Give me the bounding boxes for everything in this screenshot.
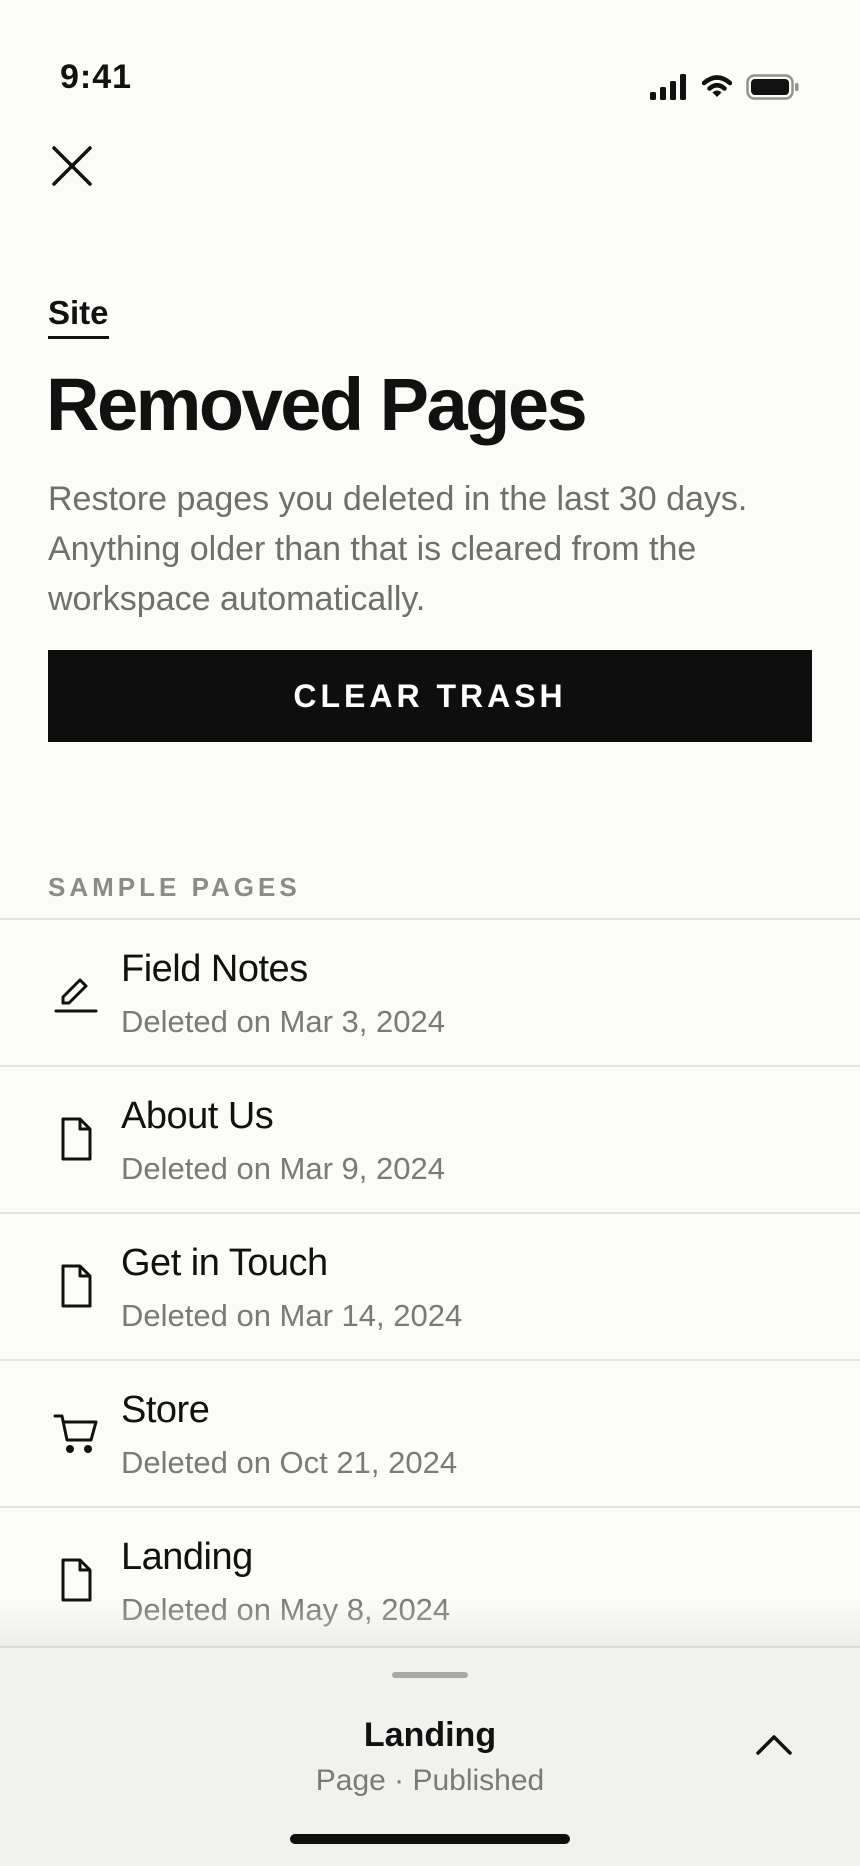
status-bar: 9:41 (0, 0, 860, 120)
list-item-get-in-touch[interactable]: Get in Touch Deleted on Mar 14, 2024 (0, 1212, 860, 1359)
section-label: SAMPLE PAGES (48, 872, 301, 902)
bottom-sheet[interactable]: Landing Page · Published (0, 1646, 860, 1866)
document-icon (52, 1262, 100, 1310)
list-item-about-us[interactable]: About Us Deleted on Mar 9, 2024 (0, 1065, 860, 1212)
item-subtitle: Deleted on Mar 3, 2024 (121, 1004, 445, 1039)
item-subtitle: Deleted on Oct 21, 2024 (121, 1445, 458, 1480)
breadcrumb-site[interactable]: Site (48, 294, 109, 339)
item-title: Get in Touch (121, 1242, 328, 1284)
item-subtitle: Deleted on Mar 9, 2024 (121, 1151, 445, 1186)
close-icon (50, 144, 94, 193)
document-icon (52, 1115, 100, 1163)
sheet-title: Landing (363, 1716, 497, 1754)
page-title: Removed Pages (46, 363, 588, 446)
cart-icon (52, 1409, 100, 1457)
item-subtitle: Deleted on Mar 14, 2024 (121, 1298, 463, 1333)
list-item-field-notes[interactable]: Field Notes Deleted on Mar 3, 2024 (0, 918, 860, 1065)
status-time: 9:41 (60, 58, 133, 96)
page-description: Restore pages you deleted in the last 30… (48, 480, 748, 618)
bottom-sheet-shadow (0, 1600, 860, 1648)
chevron-up-icon (754, 1731, 794, 1762)
item-title: Store (121, 1389, 210, 1431)
list-item-store[interactable]: Store Deleted on Oct 21, 2024 (0, 1359, 860, 1506)
item-title: About Us (121, 1095, 274, 1137)
document-icon (52, 1556, 100, 1604)
status-icons (650, 74, 800, 105)
expand-sheet-button[interactable] (750, 1722, 798, 1770)
close-button[interactable] (46, 142, 98, 194)
edit-icon (52, 968, 100, 1016)
wifi-icon (701, 75, 733, 104)
item-title: Landing (121, 1536, 253, 1578)
item-title: Field Notes (121, 948, 308, 990)
signal-icon (650, 74, 688, 105)
clear-trash-button[interactable]: CLEAR TRASH (48, 650, 812, 742)
sheet-subtitle: Page · Published (315, 1764, 545, 1797)
sheet-drag-handle[interactable] (392, 1672, 468, 1678)
battery-icon (746, 74, 800, 105)
home-indicator (290, 1834, 570, 1844)
removed-pages-list: Field Notes Deleted on Mar 3, 2024 About… (0, 918, 860, 1653)
